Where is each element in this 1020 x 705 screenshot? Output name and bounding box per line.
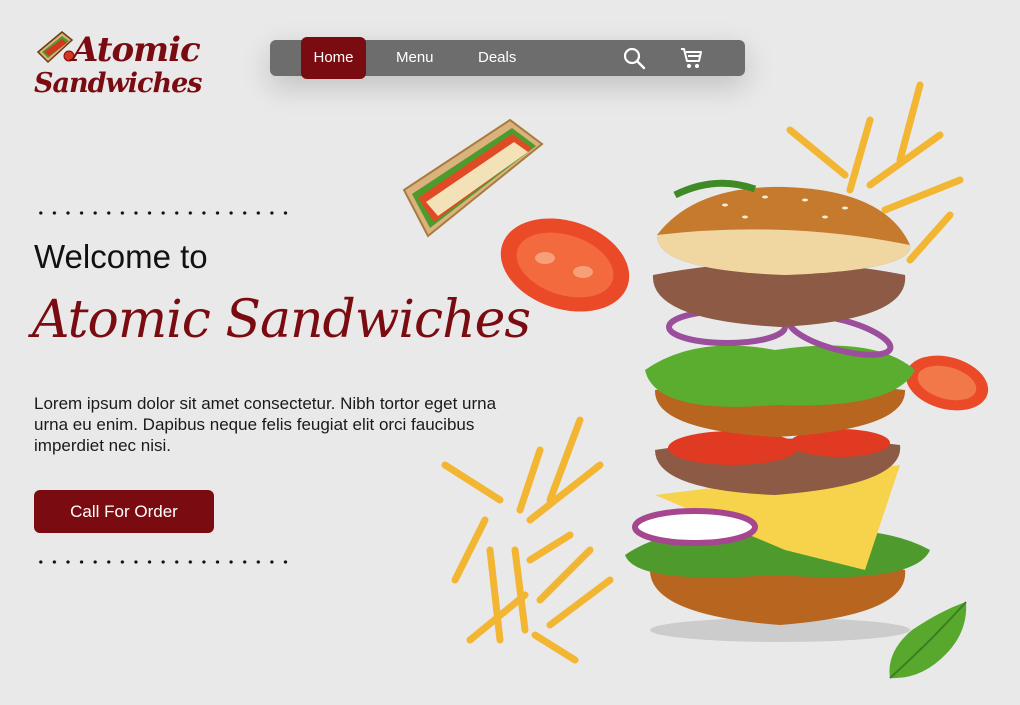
- logo-text-line2: Sandwiches: [34, 68, 202, 99]
- search-icon[interactable]: [622, 46, 646, 70]
- call-for-order-button[interactable]: Call For Order: [34, 490, 214, 533]
- welcome-heading: Welcome to: [34, 238, 208, 275]
- burger-image: [625, 179, 930, 642]
- dotted-divider-bottom: [34, 560, 296, 564]
- main-nav: Home Menu Deals: [270, 37, 745, 79]
- cart-icon[interactable]: [680, 46, 704, 70]
- nav-item-home[interactable]: Home: [301, 37, 366, 79]
- dotted-divider-top: [34, 211, 296, 215]
- nav-item-deals[interactable]: Deals: [478, 40, 516, 76]
- logo-text-line1: Atomic: [72, 30, 201, 70]
- leaf-image: [889, 601, 967, 679]
- brand-logo[interactable]: Atomic Sandwiches: [34, 28, 202, 110]
- sandwich-icon: [36, 31, 75, 64]
- landing-page: Atomic Sandwiches Home Menu Deals Welcom…: [0, 0, 1020, 705]
- nav-item-menu[interactable]: Menu: [396, 40, 434, 76]
